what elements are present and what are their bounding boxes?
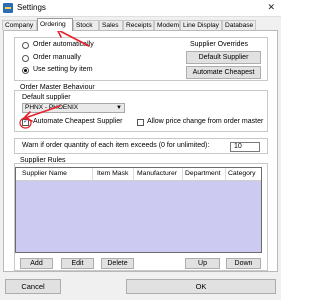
default-supplier-button[interactable]: Default Supplier bbox=[186, 51, 261, 64]
column-divider bbox=[182, 168, 183, 181]
column-manufacturer[interactable]: Manufacturer bbox=[137, 170, 177, 177]
use-setting-by-item-label: Use setting by item bbox=[33, 66, 93, 73]
order-automatically-label: Order automatically bbox=[33, 41, 94, 48]
tab-stock[interactable]: Stock bbox=[73, 20, 99, 30]
column-item-mask[interactable]: Item Mask bbox=[97, 170, 128, 177]
add-rule-button[interactable]: Add bbox=[20, 258, 53, 269]
supplier-rules-table[interactable]: Supplier Name Item Mask Manufacturer Dep… bbox=[15, 167, 262, 253]
move-up-button[interactable]: Up bbox=[185, 258, 220, 269]
column-category[interactable]: Category bbox=[228, 170, 256, 177]
order-manually-label: Order manually bbox=[33, 54, 81, 61]
default-supplier-value: PHNX - PHOENIX bbox=[25, 104, 79, 111]
use-setting-by-item-radio[interactable] bbox=[22, 67, 29, 74]
tab-company[interactable]: Company bbox=[2, 20, 37, 30]
default-supplier-dropdown[interactable]: PHNX - PHOENIX ▼ bbox=[22, 103, 125, 113]
tab-sales[interactable]: Sales bbox=[99, 20, 123, 30]
column-divider bbox=[225, 168, 226, 181]
tab-ordering[interactable]: Ordering bbox=[37, 18, 73, 31]
column-supplier-name[interactable]: Supplier Name bbox=[22, 170, 67, 177]
order-automatically-radio[interactable] bbox=[22, 42, 29, 49]
supplier-rules-header: Supplier Name Item Mask Manufacturer Dep… bbox=[16, 168, 261, 181]
title-bar: Settings ✕ bbox=[0, 0, 281, 17]
allow-price-change-label: Allow price change from order master bbox=[147, 118, 264, 125]
tab-line-display[interactable]: Line Display bbox=[180, 20, 222, 30]
tab-receipts[interactable]: Receipts bbox=[123, 20, 154, 30]
default-supplier-label: Default supplier bbox=[22, 94, 71, 101]
ok-button[interactable]: OK bbox=[126, 279, 276, 294]
order-manually-radio[interactable] bbox=[22, 55, 29, 62]
tab-modem[interactable]: Modem bbox=[154, 20, 180, 30]
automate-cheapest-button[interactable]: Automate Cheapest bbox=[186, 66, 261, 79]
warn-quantity-input[interactable]: 10 bbox=[230, 142, 260, 152]
app-icon bbox=[3, 3, 13, 13]
cancel-button[interactable]: Cancel bbox=[5, 279, 61, 294]
warn-quantity-label: Warn if order quantity of each item exce… bbox=[22, 142, 210, 149]
delete-rule-button[interactable]: Delete bbox=[101, 258, 134, 269]
allow-price-change-checkbox[interactable] bbox=[137, 119, 144, 126]
window-title: Settings bbox=[17, 3, 46, 12]
automate-cheapest-supplier-checkbox[interactable] bbox=[22, 117, 29, 126]
move-down-button[interactable]: Down bbox=[226, 258, 261, 269]
supplier-overrides-label: Supplier Overrides bbox=[190, 41, 248, 48]
column-divider bbox=[133, 168, 134, 181]
tab-database[interactable]: Database bbox=[222, 20, 256, 30]
column-divider bbox=[92, 168, 93, 181]
close-icon[interactable]: ✕ bbox=[267, 2, 275, 13]
automate-cheapest-supplier-label: Automate Cheapest Supplier bbox=[33, 118, 123, 125]
column-department[interactable]: Department bbox=[185, 170, 221, 177]
chevron-down-icon: ▼ bbox=[116, 105, 122, 111]
edit-rule-button[interactable]: Edit bbox=[61, 258, 94, 269]
